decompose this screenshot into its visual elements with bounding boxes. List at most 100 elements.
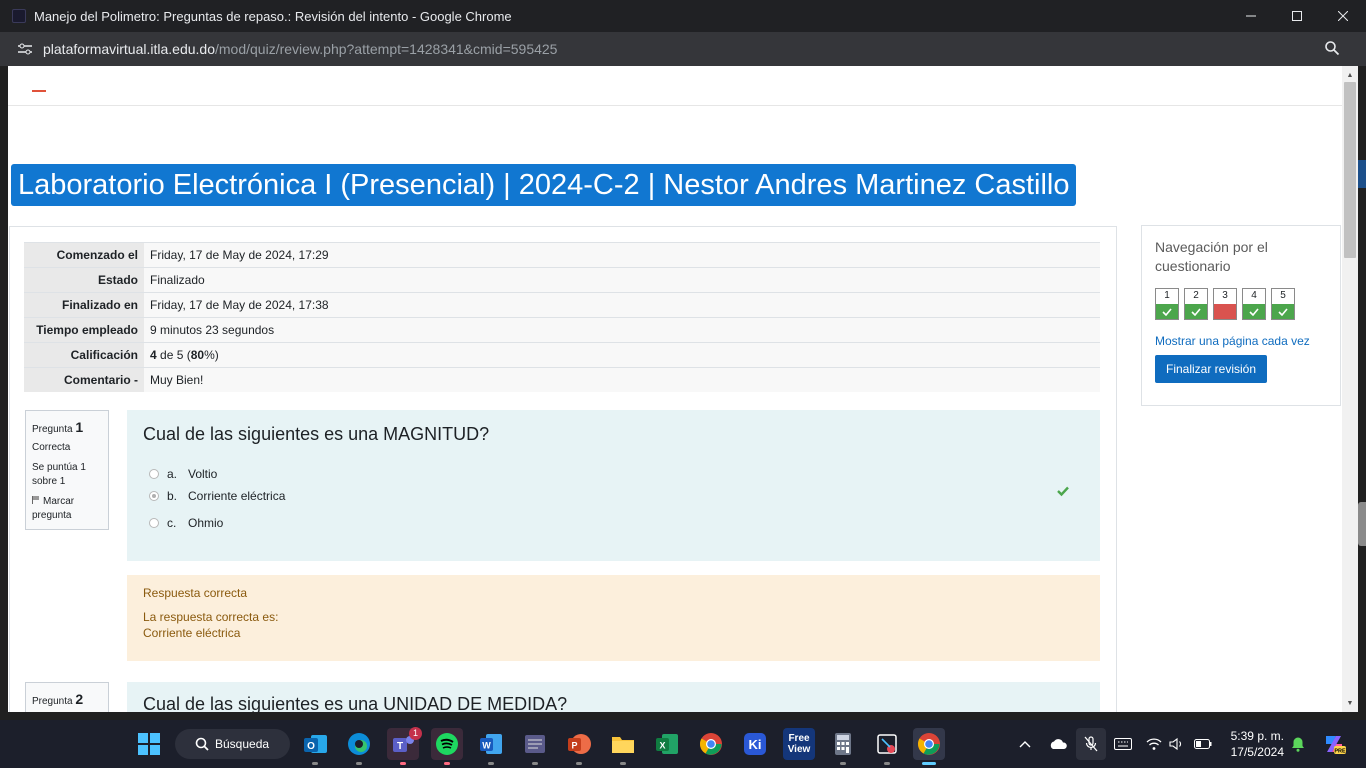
active-indicator — [922, 762, 936, 765]
summary-row: Estado Finalizado — [24, 267, 1100, 293]
quiz-nav-button-5[interactable]: 5 — [1271, 288, 1295, 320]
answer-text: Ohmio — [188, 516, 224, 530]
answer-letter: c. — [167, 516, 177, 530]
svg-text:P: P — [571, 741, 577, 751]
summary-row: Comenzado el Friday, 17 de May de 2024, … — [24, 242, 1100, 268]
running-indicator — [356, 762, 362, 765]
summary-value: 9 minutos 23 segundos — [144, 317, 1100, 343]
notification-badge: 1 — [409, 727, 422, 740]
quiz-navigation-title: Navegación por el cuestionario — [1155, 239, 1268, 274]
svg-text:O: O — [307, 741, 315, 752]
chrome-active-icon[interactable] — [913, 728, 945, 765]
clock-time: 5:39 p. m. — [1230, 729, 1284, 743]
summary-row: Calificación 4 de 5 (80%) — [24, 342, 1100, 368]
zoom-icon[interactable] — [1324, 40, 1342, 58]
answer-radio — [149, 518, 159, 528]
grade-percent: 80 — [190, 348, 205, 362]
file-explorer-icon[interactable] — [607, 728, 639, 765]
show-hidden-icons[interactable] — [1018, 720, 1032, 768]
correct-check-icon — [1057, 486, 1069, 497]
question-text: Cual de las siguientes es una UNIDAD DE … — [143, 694, 568, 712]
window-titlebar: Manejo del Polimetro: Preguntas de repas… — [0, 0, 1366, 32]
question-text: Cual de las siguientes es una MAGNITUD? — [143, 424, 490, 444]
running-indicator — [532, 762, 538, 765]
copilot-icon[interactable]: PRE — [1322, 720, 1346, 768]
finish-review-button[interactable]: Finalizar revisión — [1155, 355, 1268, 383]
running-indicator — [576, 762, 582, 765]
summary-label: Estado — [24, 267, 144, 293]
navbar-logo-mark[interactable] — [32, 90, 46, 92]
taskbar-search-label: Búsqueda — [215, 737, 270, 751]
window-title: Manejo del Polimetro: Preguntas de repas… — [34, 8, 512, 24]
summary-label: Finalizado en — [24, 292, 144, 318]
running-indicator — [840, 762, 846, 765]
url-host: plataformavirtual.itla.edu.do — [43, 41, 215, 57]
quiz-nav-number: 3 — [1222, 290, 1228, 301]
address-bar: plataformavirtual.itla.edu.do/mod/quiz/r… — [0, 32, 1366, 66]
running-indicator — [620, 762, 626, 765]
wifi-icon[interactable] — [1146, 720, 1162, 768]
windows-start-icon[interactable] — [133, 728, 165, 760]
notification-bell-icon[interactable] — [1290, 720, 1306, 768]
spotify-icon[interactable] — [431, 728, 463, 765]
summary-label: Comenzado el — [24, 242, 144, 268]
calculator-icon[interactable] — [827, 728, 859, 765]
answer-radio — [149, 491, 159, 501]
feedback-result: Respuesta correcta — [143, 586, 248, 600]
show-one-page-link[interactable]: Mostrar una página cada vez — [1155, 334, 1327, 348]
running-indicator — [488, 762, 494, 765]
onedrive-icon[interactable] — [1049, 720, 1069, 768]
volume-icon[interactable] — [1169, 720, 1185, 768]
background-window-edge — [1358, 160, 1366, 188]
taskbar-search[interactable]: Búsqueda — [175, 729, 290, 759]
desktop-edge — [1358, 66, 1366, 712]
quiz-nav-button-3[interactable]: 3 — [1213, 288, 1237, 320]
summary-value: Finalizado — [144, 267, 1100, 293]
freeview-label-2: View — [787, 744, 811, 755]
microphone-muted-icon[interactable] — [1076, 728, 1106, 760]
battery-icon[interactable] — [1194, 720, 1212, 768]
quiz-nav-button-2[interactable]: 2 — [1184, 288, 1208, 320]
side-panel-handle[interactable] — [1358, 502, 1366, 546]
correct-check-icon — [1185, 304, 1207, 319]
word-icon[interactable]: W — [475, 728, 507, 765]
quiz-nav-button-1[interactable]: 1 — [1155, 288, 1179, 320]
excel-icon[interactable]: X — [651, 728, 683, 760]
teams-icon[interactable]: T 1 — [387, 727, 422, 765]
scrollbar-thumb[interactable] — [1344, 82, 1356, 258]
grade-of-text: de 5 ( — [156, 348, 191, 362]
snipping-tool-icon[interactable] — [871, 728, 903, 765]
clock-date: 17/5/2024 — [1230, 745, 1284, 759]
grade-percent-tail: %) — [204, 348, 219, 362]
outlook-icon[interactable]: O — [299, 728, 331, 765]
answer-option-a: a. Voltio — [149, 463, 1084, 485]
chrome-icon[interactable] — [695, 728, 727, 760]
feedback-correct-intro: La respuesta correcta es: — [143, 610, 279, 624]
app-icon[interactable] — [519, 728, 551, 765]
edge-icon[interactable] — [343, 728, 375, 765]
system-clock[interactable]: 5:39 p. m. 17/5/2024 — [1226, 728, 1284, 760]
question-number-value: 2 — [75, 691, 84, 707]
site-settings-icon[interactable] — [16, 40, 34, 58]
close-icon[interactable] — [1320, 0, 1366, 32]
minimize-icon[interactable] — [1228, 0, 1274, 32]
url-text[interactable]: plataformavirtual.itla.edu.do/mod/quiz/r… — [43, 41, 557, 57]
top-navbar — [8, 66, 1342, 106]
flag-question-link[interactable]: Marcar pregunta — [32, 495, 102, 523]
incorrect-marker — [1214, 304, 1236, 319]
summary-label: Calificación — [24, 342, 144, 368]
maximize-icon[interactable] — [1274, 0, 1320, 32]
ki-app-icon[interactable]: Ki — [739, 728, 771, 760]
svg-text:PRE: PRE — [1334, 749, 1346, 755]
page-scrollbar[interactable]: ▲ ▼ — [1342, 66, 1358, 712]
keyboard-icon[interactable] — [1114, 720, 1132, 768]
question-content: Cual de las siguientes es una MAGNITUD? … — [127, 410, 1100, 561]
correct-check-icon — [1272, 304, 1294, 319]
quiz-nav-button-4[interactable]: 4 — [1242, 288, 1266, 320]
summary-value: Friday, 17 de May de 2024, 17:29 — [144, 242, 1100, 268]
freeview-icon[interactable]: Free View — [783, 728, 815, 760]
powerpoint-icon[interactable]: P — [563, 728, 595, 765]
scroll-up-icon[interactable]: ▲ — [1342, 68, 1358, 82]
scroll-down-icon[interactable]: ▼ — [1342, 696, 1358, 710]
answer-radio — [149, 469, 159, 479]
